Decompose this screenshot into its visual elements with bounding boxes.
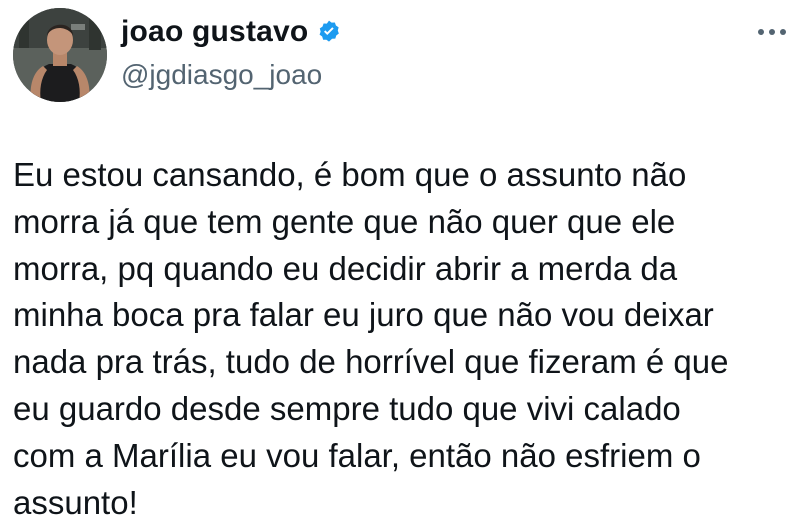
more-options-icon <box>758 29 786 35</box>
author-name-row: joao gustavo <box>121 14 342 50</box>
author-handle[interactable]: @jgdiasgo_joao <box>121 58 322 92</box>
avatar[interactable] <box>13 8 107 102</box>
author-display-name[interactable]: joao gustavo <box>121 14 308 50</box>
more-options-button[interactable] <box>752 22 792 42</box>
avatar-photo <box>13 8 107 102</box>
tweet-card: joao gustavo @jgdiasgo_joao Eu estou can… <box>0 0 800 530</box>
tweet-text: Eu estou cansando, é bom que o assunto n… <box>13 156 729 521</box>
verified-badge-icon <box>316 19 342 45</box>
